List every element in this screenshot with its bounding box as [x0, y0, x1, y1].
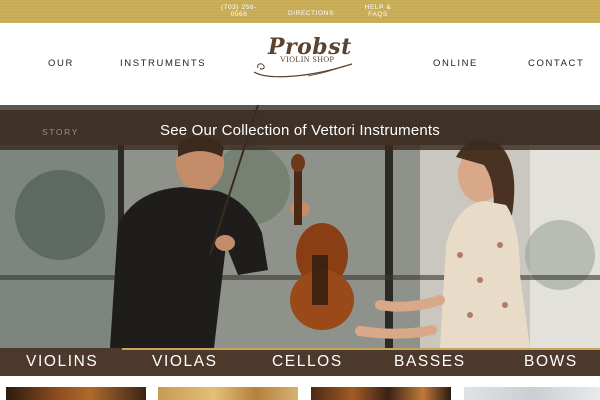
- thumbnail-2[interactable]: [158, 387, 298, 400]
- help-faqs-link[interactable]: HELP & FAQS: [360, 4, 396, 18]
- nav-our-story[interactable]: OUR: [48, 58, 74, 69]
- nav-instruments[interactable]: INSTRUMENTS: [120, 58, 206, 69]
- accent-line: [122, 348, 600, 350]
- thumbnail-4[interactable]: [464, 387, 600, 400]
- top-utility-bar: (703) 256-0566 DIRECTIONS HELP & FAQS: [0, 0, 600, 23]
- thumbnail-1[interactable]: [6, 387, 146, 400]
- probst-logo[interactable]: Probst VIOLIN SHOP: [248, 28, 358, 86]
- thumbnail-row: [0, 376, 600, 400]
- nav-online[interactable]: ONLINE: [433, 58, 478, 69]
- category-bar: VIOLINS VIOLAS CELLOS BASSES BOWS: [0, 348, 600, 376]
- directions-link[interactable]: DIRECTIONS: [286, 10, 336, 17]
- category-violas[interactable]: VIOLAS: [152, 353, 218, 371]
- hero-banner: STORY See Our Collection of Vettori Inst…: [0, 110, 600, 150]
- category-basses[interactable]: BASSES: [394, 353, 466, 371]
- category-bows[interactable]: BOWS: [524, 353, 578, 371]
- category-violins[interactable]: VIOLINS: [26, 353, 98, 371]
- phone-link[interactable]: (703) 256-0566: [216, 4, 262, 18]
- logo-subtitle: VIOLIN SHOP: [280, 55, 335, 64]
- category-cellos[interactable]: CELLOS: [272, 353, 343, 371]
- hero-image[interactable]: STORY See Our Collection of Vettori Inst…: [0, 105, 600, 348]
- nav-contact[interactable]: CONTACT: [528, 58, 584, 69]
- hero-title[interactable]: See Our Collection of Vettori Instrument…: [0, 122, 600, 139]
- site-header: OUR INSTRUMENTS Probst VIOLIN SHOP ONLIN…: [0, 23, 600, 105]
- thumbnail-3[interactable]: [311, 387, 451, 400]
